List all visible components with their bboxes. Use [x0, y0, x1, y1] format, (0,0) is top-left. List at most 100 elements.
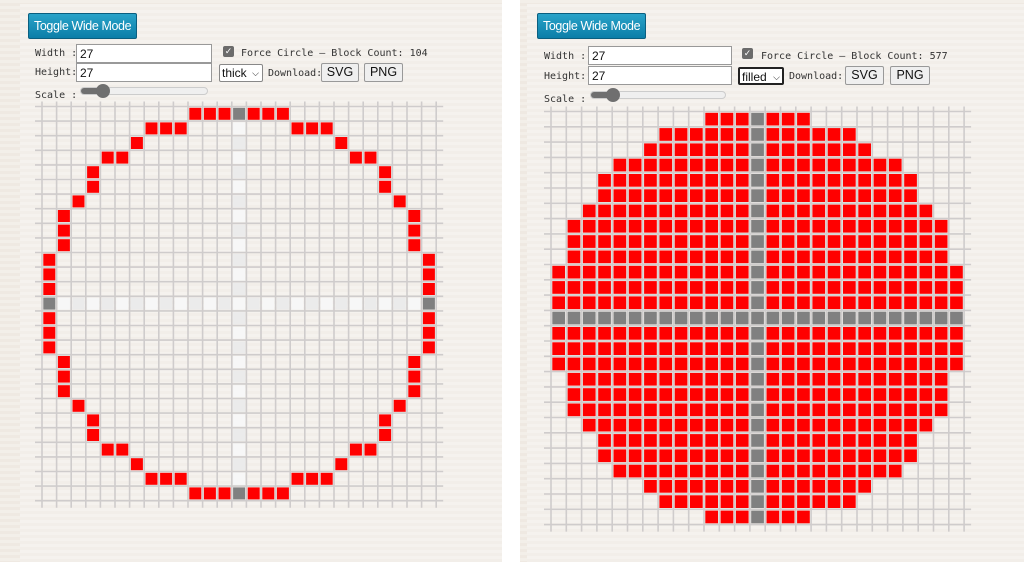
mode-select[interactable]: filled ⌵	[738, 67, 784, 85]
grid-block[interactable]	[705, 480, 718, 493]
grid-block[interactable]	[843, 464, 856, 478]
grid-block[interactable]	[705, 372, 718, 386]
grid-axis-cell[interactable]	[233, 399, 246, 412]
grid-block[interactable]	[567, 372, 581, 386]
grid-block[interactable]	[873, 434, 887, 447]
grid-block-axis[interactable]	[751, 510, 764, 524]
grid-block[interactable]	[904, 281, 917, 294]
grid-block[interactable]	[735, 265, 749, 279]
grid-block[interactable]	[766, 480, 780, 493]
grid-block[interactable]	[613, 265, 627, 279]
grid-block[interactable]	[613, 464, 627, 478]
grid-block[interactable]	[567, 357, 581, 371]
grid-block[interactable]	[705, 189, 718, 202]
grid-block[interactable]	[598, 342, 611, 355]
grid-block[interactable]	[797, 204, 810, 218]
grid-axis-cell[interactable]	[233, 297, 246, 310]
grid-block[interactable]	[613, 434, 627, 447]
grid-block[interactable]	[582, 327, 596, 340]
grid-block[interactable]	[797, 235, 810, 248]
grid-axis-cell[interactable]	[218, 297, 231, 310]
grid-block[interactable]	[781, 265, 795, 279]
grid-block[interactable]	[582, 388, 596, 401]
grid-block[interactable]	[843, 357, 856, 371]
grid-block[interactable]	[598, 219, 611, 233]
grid-block[interactable]	[873, 174, 887, 187]
grid-block[interactable]	[644, 357, 657, 371]
grid-block[interactable]	[720, 265, 734, 279]
grid-block[interactable]	[276, 487, 289, 500]
grid-block[interactable]	[812, 464, 826, 478]
grid-block[interactable]	[843, 219, 856, 233]
grid-block[interactable]	[797, 265, 810, 279]
grid-axis-cell[interactable]	[393, 297, 406, 310]
grid-block[interactable]	[858, 388, 871, 401]
grid-block[interactable]	[827, 296, 841, 310]
grid-block[interactable]	[735, 327, 749, 340]
grid-block[interactable]	[628, 403, 642, 417]
grid-block[interactable]	[781, 388, 795, 401]
grid-block[interactable]	[797, 480, 810, 493]
grid-block[interactable]	[919, 327, 933, 340]
grid-block[interactable]	[873, 296, 887, 310]
grid-block[interactable]	[797, 174, 810, 187]
grid-block[interactable]	[393, 195, 406, 208]
grid-axis-cell[interactable]	[101, 297, 114, 310]
grid-block[interactable]	[888, 449, 902, 463]
grid-block[interactable]	[827, 174, 841, 187]
grid-block-axis[interactable]	[751, 189, 764, 202]
grid-axis-cell[interactable]	[233, 210, 246, 222]
grid-block[interactable]	[812, 495, 826, 508]
grid-block[interactable]	[613, 357, 627, 371]
grid-block[interactable]	[797, 189, 810, 202]
grid-block[interactable]	[247, 487, 260, 500]
grid-block[interactable]	[247, 107, 260, 120]
grid-block[interactable]	[674, 128, 688, 141]
grid-block[interactable]	[720, 327, 734, 340]
grid-block[interactable]	[781, 449, 795, 463]
grid-block[interactable]	[766, 510, 780, 524]
grid-block[interactable]	[934, 403, 948, 417]
grid-block[interactable]	[567, 265, 581, 279]
grid-block[interactable]	[735, 510, 749, 524]
grid-block[interactable]	[705, 174, 718, 187]
grid-block[interactable]	[827, 480, 841, 493]
grid-block[interactable]	[812, 480, 826, 493]
grid-block-axis[interactable]	[858, 311, 871, 325]
grid-block[interactable]	[674, 158, 688, 172]
grid-block[interactable]	[364, 151, 377, 164]
grid-block-axis[interactable]	[751, 219, 764, 233]
grid-block[interactable]	[797, 342, 810, 355]
grid-block[interactable]	[904, 174, 917, 187]
grid-block[interactable]	[812, 418, 826, 432]
grid-block[interactable]	[720, 204, 734, 218]
grid-block[interactable]	[552, 327, 565, 340]
force-circle-checkbox[interactable]: ✓	[223, 46, 234, 57]
grid-block[interactable]	[827, 158, 841, 172]
grid-block[interactable]	[827, 449, 841, 463]
grid-block[interactable]	[598, 372, 611, 386]
grid-block[interactable]	[735, 372, 749, 386]
grid-block[interactable]	[904, 204, 917, 218]
grid-axis-cell[interactable]	[247, 297, 260, 310]
grid-block[interactable]	[582, 250, 596, 264]
grid-block[interactable]	[659, 480, 673, 493]
grid-block-axis[interactable]	[422, 297, 435, 310]
grid-block[interactable]	[613, 372, 627, 386]
grid-block[interactable]	[598, 281, 611, 294]
grid-block[interactable]	[934, 388, 948, 401]
grid-block[interactable]	[598, 250, 611, 264]
grid-block[interactable]	[904, 296, 917, 310]
grid-block[interactable]	[690, 250, 703, 264]
grid-block[interactable]	[644, 464, 657, 478]
grid-block[interactable]	[598, 434, 611, 447]
grid-block[interactable]	[888, 265, 902, 279]
grid-block[interactable]	[781, 250, 795, 264]
grid-block-axis[interactable]	[751, 372, 764, 386]
grid-block[interactable]	[189, 107, 202, 120]
grid-block[interactable]	[659, 434, 673, 447]
grid-block[interactable]	[812, 204, 826, 218]
grid-block[interactable]	[705, 219, 718, 233]
grid-axis-cell[interactable]	[233, 253, 246, 266]
grid-block[interactable]	[904, 342, 917, 355]
